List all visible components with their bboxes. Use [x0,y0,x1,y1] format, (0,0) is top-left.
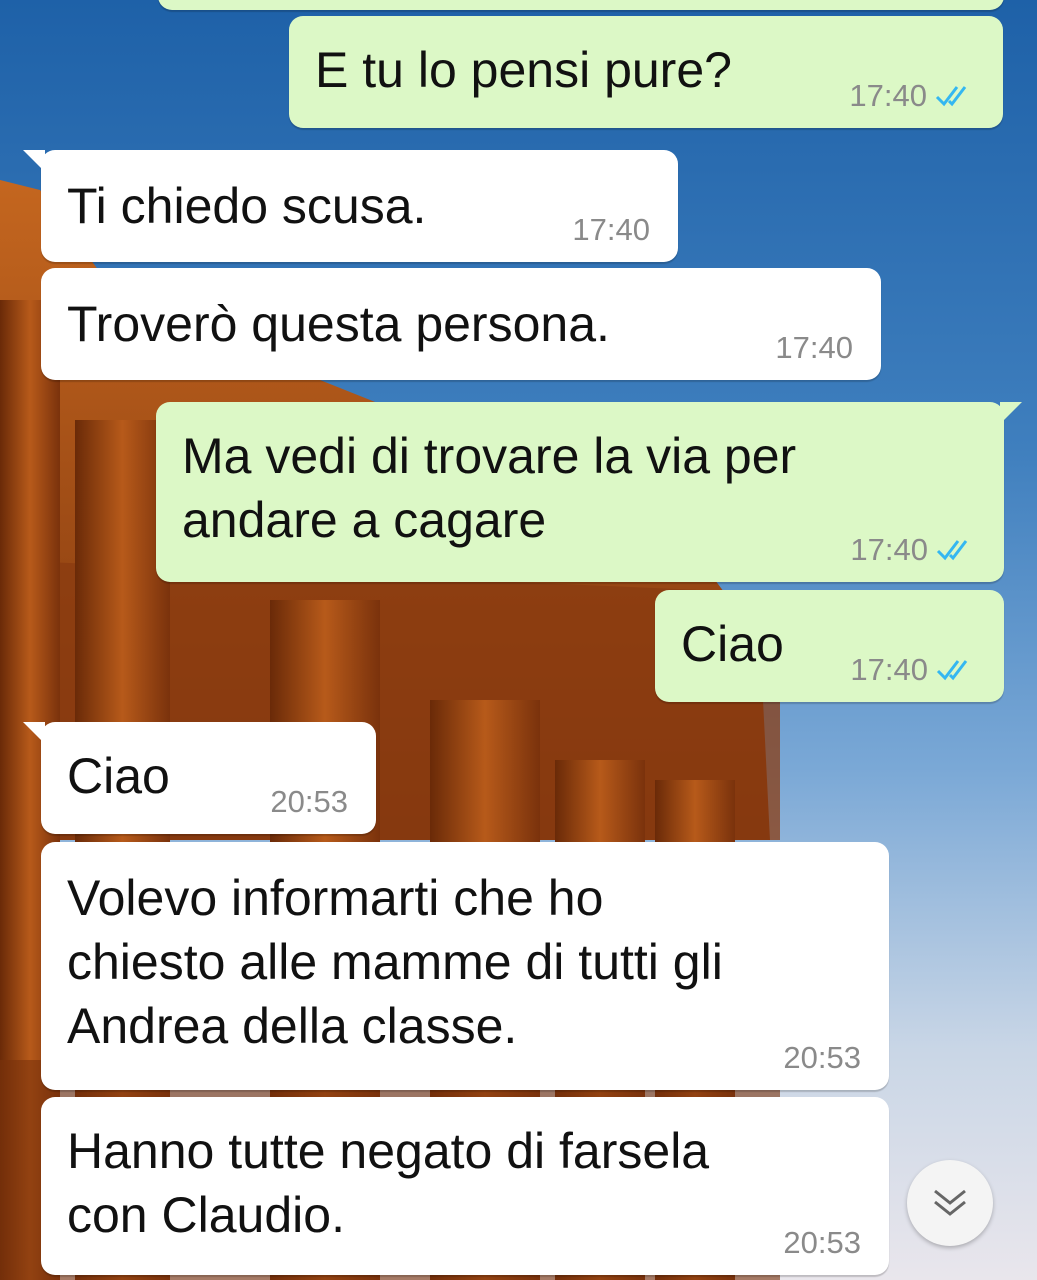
message-text: Ciao [681,616,784,672]
message-text: Ma vedi di trovare la via per andare a c… [182,428,797,548]
message-time: 20:53 [270,784,348,819]
message-time: 17:40 [572,212,650,247]
scroll-to-bottom-button[interactable] [907,1160,993,1246]
outgoing-message-bubble[interactable]: E tu lo pensi pure? 17:40 [289,16,1003,128]
message-meta: 17:40 [850,652,976,688]
incoming-message-bubble[interactable]: Volevo informarti che ho chiesto alle ma… [41,842,889,1090]
message-time: 17:40 [850,652,928,687]
chevron-double-down-icon [934,1189,966,1216]
message-text: Troverò questa persona. [67,296,610,352]
message-meta: 17:40 [850,532,976,568]
read-double-check-icon [935,86,967,107]
read-double-check-icon [936,540,968,561]
message-time: 20:53 [783,1225,861,1260]
outgoing-message-bubble[interactable]: Ciao 17:40 [655,590,1004,702]
incoming-message-bubble[interactable]: Hanno tutte negato di farsela con Claudi… [41,1097,889,1275]
message-text: Volevo informarti che ho chiesto alle ma… [67,870,723,1054]
message-text: Ciao [67,748,170,804]
message-meta: 17:40 [849,78,975,114]
message-time: 17:40 [850,532,928,567]
read-double-check-icon [936,660,968,681]
incoming-message-bubble[interactable]: Ti chiedo scusa. 17:40 [23,150,678,262]
message-time: 20:53 [783,1040,861,1075]
message-text: Hanno tutte negato di farsela con Claudi… [67,1123,710,1243]
message-text: Ti chiedo scusa. [67,178,427,234]
incoming-message-bubble[interactable]: Troverò questa persona. 17:40 [41,268,881,380]
message-time: 17:40 [775,330,853,365]
message-text: E tu lo pensi pure? [315,42,732,98]
outgoing-message-bubble[interactable] [158,0,1004,10]
outgoing-message-bubble[interactable]: Ma vedi di trovare la via per andare a c… [156,402,1022,582]
message-time: 17:40 [849,78,927,113]
incoming-message-bubble[interactable]: Ciao 20:53 [23,722,376,834]
